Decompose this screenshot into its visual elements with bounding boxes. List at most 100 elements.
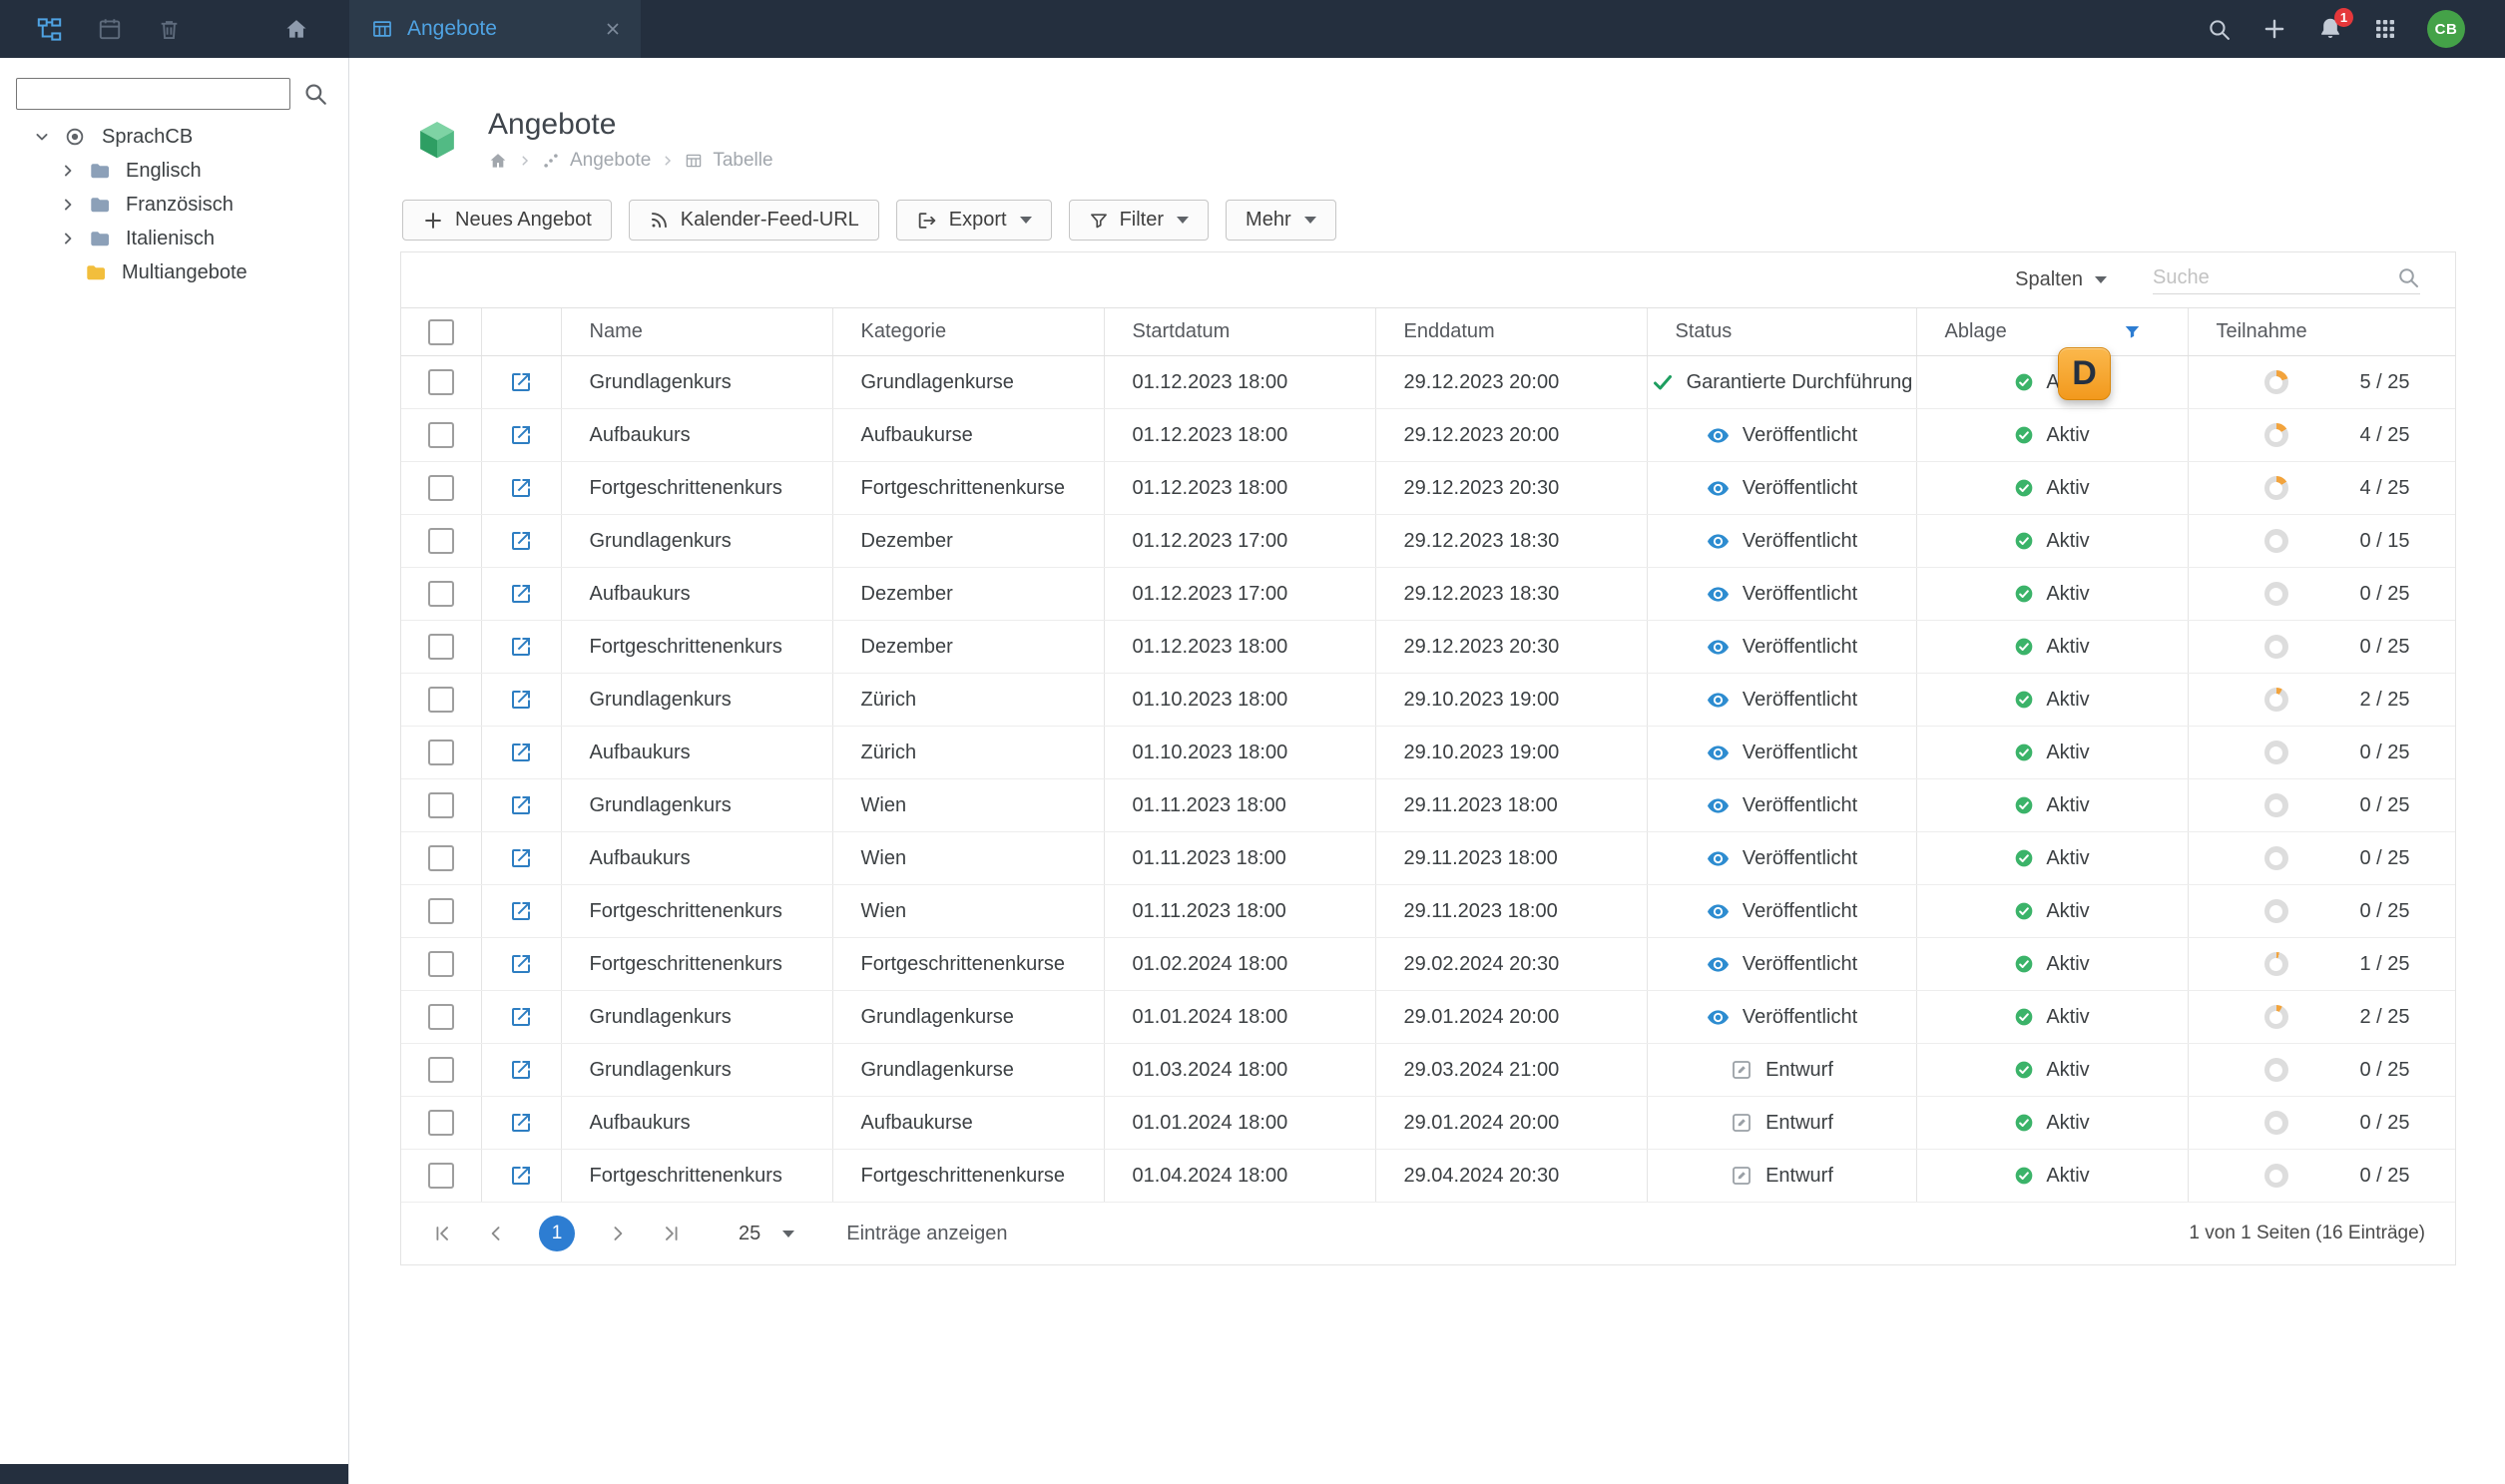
- table-row[interactable]: Fortgeschrittenenkurs Fortgeschrittenenk…: [401, 461, 2455, 515]
- tab-angebote[interactable]: Angebote: [349, 0, 641, 58]
- home-icon[interactable]: [488, 151, 508, 171]
- status-cell: Veröffentlicht: [1648, 409, 1916, 461]
- row-checkbox[interactable]: [427, 740, 454, 765]
- page-size-select[interactable]: 25: [739, 1223, 795, 1245]
- table-row[interactable]: Grundlagenkurs Grundlagenkurse 01.12.202…: [401, 355, 2455, 409]
- open-in-new-icon[interactable]: [509, 1058, 533, 1082]
- status-label: Veröffentlicht: [1742, 423, 1858, 446]
- column-header-kategorie[interactable]: Kategorie: [833, 320, 1104, 343]
- table-row[interactable]: Fortgeschrittenenkurs Fortgeschrittenenk…: [401, 937, 2455, 991]
- row-checkbox[interactable]: [427, 845, 454, 871]
- table-row[interactable]: Fortgeschrittenenkurs Wien 01.11.2023 18…: [401, 884, 2455, 938]
- avatar[interactable]: CB: [2427, 10, 2465, 48]
- open-in-new-icon[interactable]: [509, 952, 533, 976]
- search-icon[interactable]: [302, 81, 328, 107]
- column-header-enddatum[interactable]: Enddatum: [1376, 320, 1647, 343]
- select-all-checkbox[interactable]: [427, 318, 454, 345]
- row-checkbox[interactable]: [427, 1004, 454, 1030]
- table-row[interactable]: Grundlagenkurs Grundlagenkurse 01.01.202…: [401, 990, 2455, 1044]
- kategorie-cell: Zürich: [831, 673, 1104, 727]
- export-button[interactable]: Export: [895, 200, 1052, 241]
- open-in-new-icon[interactable]: [509, 635, 533, 659]
- open-in-new-icon[interactable]: [509, 741, 533, 764]
- row-checkbox[interactable]: [427, 792, 454, 818]
- open-in-new-icon[interactable]: [509, 476, 533, 500]
- open-in-new-icon[interactable]: [509, 793, 533, 817]
- tree-item-sprachcb[interactable]: SprachCB: [0, 120, 348, 154]
- trash-icon[interactable]: [157, 17, 182, 42]
- open-in-new-icon[interactable]: [509, 1005, 533, 1029]
- column-header-status[interactable]: Status: [1648, 320, 1916, 343]
- new-offer-button[interactable]: Neues Angebot: [402, 200, 612, 241]
- table-row[interactable]: Grundlagenkurs Dezember 01.12.2023 17:00…: [401, 514, 2455, 568]
- name-cell: Grundlagenkurs: [560, 355, 832, 409]
- table-row[interactable]: Aufbaukurs Aufbaukurse 01.12.2023 18:00 …: [401, 408, 2455, 462]
- open-in-new-icon[interactable]: [509, 370, 533, 394]
- close-icon[interactable]: [603, 19, 623, 39]
- row-checkbox[interactable]: [427, 475, 454, 501]
- table-search-input[interactable]: [2153, 265, 2396, 289]
- first-page-icon[interactable]: [431, 1223, 453, 1244]
- open-in-new-icon[interactable]: [509, 846, 533, 870]
- tree-item-italienisch[interactable]: Italienisch: [0, 222, 348, 255]
- table-row[interactable]: Aufbaukurs Wien 01.11.2023 18:00 29.11.2…: [401, 831, 2455, 885]
- prev-page-icon[interactable]: [485, 1223, 507, 1244]
- table-row[interactable]: Grundlagenkurs Grundlagenkurse 01.03.202…: [401, 1043, 2455, 1097]
- row-checkbox[interactable]: [427, 687, 454, 713]
- apps-grid-icon[interactable]: [2373, 17, 2397, 41]
- row-checkbox[interactable]: [427, 369, 454, 395]
- open-in-new-icon[interactable]: [509, 1164, 533, 1188]
- search-icon[interactable]: [2396, 265, 2420, 289]
- table-row[interactable]: Aufbaukurs Dezember 01.12.2023 17:00 29.…: [401, 567, 2455, 621]
- current-page-button[interactable]: 1: [539, 1216, 575, 1251]
- table-row[interactable]: Fortgeschrittenenkurs Fortgeschrittenenk…: [401, 1149, 2455, 1203]
- home-icon[interactable]: [283, 16, 309, 42]
- next-page-icon[interactable]: [607, 1223, 629, 1244]
- tree-item-multiangebote[interactable]: Multiangebote: [0, 255, 348, 289]
- open-in-new-icon[interactable]: [509, 582, 533, 606]
- breadcrumb-section[interactable]: Angebote: [570, 150, 651, 172]
- row-checkbox[interactable]: [427, 1057, 454, 1083]
- row-checkbox[interactable]: [427, 528, 454, 554]
- last-page-icon[interactable]: [661, 1223, 683, 1244]
- chevron-down-icon[interactable]: [32, 127, 52, 147]
- search-icon[interactable]: [2207, 17, 2232, 42]
- column-header-teilnahme[interactable]: Teilnahme: [2189, 320, 2456, 343]
- more-button[interactable]: Mehr: [1226, 200, 1336, 241]
- tree-view-icon[interactable]: [36, 16, 63, 43]
- open-in-new-icon[interactable]: [509, 423, 533, 447]
- module-icon[interactable]: [542, 152, 560, 170]
- chevron-right-icon[interactable]: [58, 195, 78, 215]
- open-in-new-icon[interactable]: [509, 899, 533, 923]
- chevron-right-icon[interactable]: [58, 161, 78, 181]
- chevron-right-icon[interactable]: [58, 229, 78, 248]
- row-checkbox[interactable]: [427, 581, 454, 607]
- calendar-feed-button[interactable]: Kalender-Feed-URL: [628, 200, 879, 241]
- row-checkbox[interactable]: [427, 898, 454, 924]
- filter-button[interactable]: Filter: [1068, 200, 1210, 241]
- table-row[interactable]: Aufbaukurs Zürich 01.10.2023 18:00 29.10…: [401, 726, 2455, 779]
- table-row[interactable]: Fortgeschrittenenkurs Dezember 01.12.202…: [401, 620, 2455, 674]
- row-checkbox[interactable]: [427, 951, 454, 977]
- sidebar-search-input[interactable]: [16, 78, 290, 110]
- table-row[interactable]: Grundlagenkurs Zürich 01.10.2023 18:00 2…: [401, 673, 2455, 727]
- row-checkbox[interactable]: [427, 634, 454, 660]
- row-checkbox[interactable]: [427, 1110, 454, 1136]
- bell-icon[interactable]: 1: [2317, 8, 2353, 42]
- row-checkbox[interactable]: [427, 422, 454, 448]
- row-checkbox[interactable]: [427, 1163, 454, 1189]
- filter-active-icon[interactable]: [2123, 322, 2142, 341]
- tree-item-franzoesisch[interactable]: Französisch: [0, 188, 348, 222]
- calendar-icon[interactable]: [97, 16, 123, 42]
- column-header-startdatum[interactable]: Startdatum: [1105, 320, 1375, 343]
- table-row[interactable]: Aufbaukurs Aufbaukurse 01.01.2024 18:00 …: [401, 1096, 2455, 1150]
- columns-button[interactable]: Spalten: [2015, 268, 2107, 291]
- column-header-ablage[interactable]: Ablage: [1917, 320, 2188, 343]
- open-in-new-icon[interactable]: [509, 688, 533, 712]
- open-in-new-icon[interactable]: [509, 1111, 533, 1135]
- column-header-name[interactable]: Name: [562, 320, 832, 343]
- plus-icon[interactable]: [2261, 16, 2287, 42]
- open-in-new-icon[interactable]: [509, 529, 533, 553]
- table-row[interactable]: Grundlagenkurs Wien 01.11.2023 18:00 29.…: [401, 778, 2455, 832]
- tree-item-englisch[interactable]: Englisch: [0, 154, 348, 188]
